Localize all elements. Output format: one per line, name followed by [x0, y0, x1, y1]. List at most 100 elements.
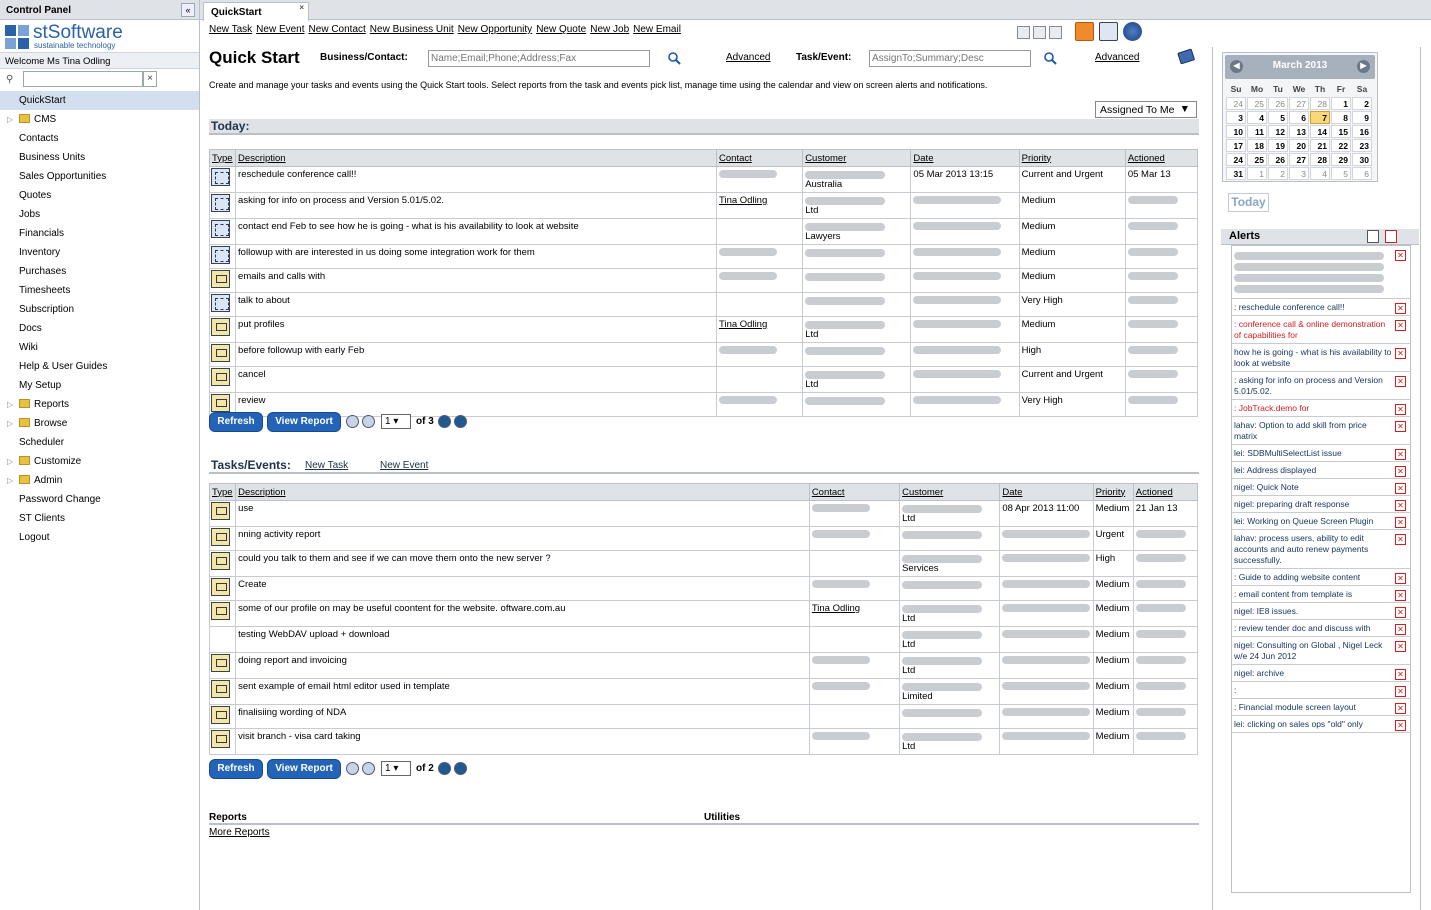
tasks-page-select[interactable]: 1 ▾	[381, 761, 411, 776]
table-row[interactable]: doing report and invoicing Ltd Medium	[208, 652, 1199, 679]
week-view-icon[interactable]	[1033, 26, 1046, 39]
today-button[interactable]: Today	[1228, 193, 1269, 212]
column-header-contact[interactable]: Contact	[808, 483, 901, 501]
alerts-list-icon[interactable]	[1367, 230, 1379, 243]
contact-text[interactable]: Tina Odling	[719, 319, 767, 330]
column-header-description[interactable]: Description	[235, 149, 718, 167]
event-icon[interactable]	[211, 220, 230, 238]
column-header-priority[interactable]: Priority	[1092, 483, 1134, 501]
table-row[interactable]: nning activity report Urgent	[208, 526, 1199, 551]
column-header-customer[interactable]: Customer	[802, 149, 912, 167]
delete-alert-icon[interactable]: ✕	[1395, 376, 1406, 387]
task-event-search-input[interactable]	[869, 50, 1031, 67]
contact-cell[interactable]	[716, 366, 804, 393]
calendar-day[interactable]: 26	[1268, 153, 1288, 166]
desc-text[interactable]: could you talk to them and see if we can…	[238, 553, 551, 564]
contact-cell[interactable]	[808, 550, 901, 577]
calendar-day[interactable]: 7	[1310, 111, 1330, 124]
contact-cell[interactable]: Tina Odling	[808, 600, 901, 627]
link-new-email[interactable]: New Email	[633, 24, 681, 35]
sidebar-item-sales-opportunities[interactable]: Sales Opportunities	[0, 167, 199, 186]
link-new-event[interactable]: New Event	[256, 24, 304, 35]
table-row[interactable]: Create Medium	[208, 576, 1199, 601]
alert-item[interactable]: : conference call & online demonstration…	[1232, 316, 1410, 344]
calendar-day[interactable]: 23	[1352, 139, 1372, 152]
delete-alert-icon[interactable]: ✕	[1395, 500, 1406, 511]
link-new-job[interactable]: New Job	[590, 24, 629, 35]
calendar-day[interactable]: 4	[1247, 111, 1267, 124]
sidebar-item-cms[interactable]: ▷ CMS	[0, 110, 199, 129]
delete-alert-icon[interactable]: ✕	[1395, 421, 1406, 432]
delete-alert-icon[interactable]: ✕	[1395, 483, 1406, 494]
sidebar-item-scheduler[interactable]: Scheduler	[0, 433, 199, 452]
table-row[interactable]: asking for info on process and Version 5…	[208, 192, 1199, 219]
table-row[interactable]: some of our profile on may be useful coo…	[208, 600, 1199, 627]
prev-page-icon[interactable]	[362, 762, 375, 775]
calendar-day[interactable]: 19	[1268, 139, 1288, 152]
column-header-priority[interactable]: Priority	[1018, 149, 1126, 167]
column-header-description[interactable]: Description	[235, 483, 810, 501]
last-page-icon[interactable]	[454, 415, 467, 428]
expand-arrow-icon[interactable]: ▷	[7, 471, 13, 490]
calendar-icon[interactable]	[1075, 22, 1094, 41]
tab-quickstart[interactable]: QuickStart ×	[203, 2, 309, 21]
delete-alert-icon[interactable]: ✕	[1395, 573, 1406, 584]
calendar-day[interactable]: 5	[1331, 167, 1351, 180]
desc-text[interactable]: some of our profile on may be useful coo…	[238, 603, 565, 614]
calendar-day[interactable]: 2	[1352, 97, 1372, 110]
delete-alert-icon[interactable]: ✕	[1395, 250, 1406, 261]
calendar-day[interactable]: 27	[1289, 153, 1309, 166]
sidebar-item-quickstart[interactable]: QuickStart	[0, 91, 199, 110]
task-icon[interactable]	[211, 730, 230, 748]
desc-text[interactable]: Create	[238, 579, 267, 590]
close-tab-icon[interactable]: ×	[299, 3, 304, 12]
column-header-actioned[interactable]: Actioned	[1132, 483, 1199, 501]
link-new-task[interactable]: New Task	[209, 24, 252, 35]
calendar-day[interactable]: 16	[1352, 125, 1372, 138]
link-new-contact[interactable]: New Contact	[309, 24, 366, 35]
calendar-day[interactable]: 20	[1289, 139, 1309, 152]
delete-alert-icon[interactable]: ✕	[1395, 449, 1406, 460]
contact-cell[interactable]	[808, 652, 901, 679]
sidebar-item-password-change[interactable]: Password Change	[0, 490, 199, 509]
alert-item[interactable]: : asking for info on process and Version…	[1232, 372, 1410, 400]
column-header-actioned[interactable]: Actioned	[1124, 149, 1199, 167]
business-advanced-link[interactable]: Advanced	[726, 52, 770, 63]
calendar-day[interactable]: 6	[1289, 111, 1309, 124]
task-icon[interactable]	[211, 270, 230, 288]
tasks-new-event-link[interactable]: New Event	[380, 460, 428, 471]
sidebar-item-purchases[interactable]: Purchases	[0, 262, 199, 281]
tasks-new-task-link[interactable]: New Task	[305, 460, 348, 471]
desc-text[interactable]: before followup with early Feb	[238, 345, 364, 356]
table-row[interactable]: put profiles Tina Odling Ltd Medium	[208, 316, 1199, 343]
alert-item[interactable]: : reschedule conference call!! ✕	[1232, 299, 1410, 316]
sidebar-item-reports[interactable]: ▷ Reports	[0, 395, 199, 414]
table-row[interactable]: could you talk to them and see if we can…	[208, 550, 1199, 577]
task-icon[interactable]	[211, 344, 230, 362]
prev-month-icon[interactable]: ◀	[1230, 60, 1243, 73]
expand-arrow-icon[interactable]: ▷	[7, 414, 13, 433]
prev-page-icon[interactable]	[362, 415, 375, 428]
desc-text[interactable]: nning activity report	[238, 529, 320, 540]
day-view-icon[interactable]	[1017, 26, 1030, 39]
task-advanced-link[interactable]: Advanced	[1095, 52, 1139, 63]
business-contact-search-input[interactable]	[428, 50, 650, 67]
calendar-day[interactable]: 9	[1352, 111, 1372, 124]
calendar-day[interactable]: 3	[1226, 111, 1246, 124]
desc-text[interactable]: use	[238, 503, 253, 514]
sidebar-item-subscription[interactable]: Subscription	[0, 300, 199, 319]
task-icon[interactable]	[211, 706, 230, 724]
more-reports-link[interactable]: More Reports	[209, 827, 270, 838]
clear-filter-button[interactable]: ×	[143, 71, 157, 87]
sidebar-item-my-setup[interactable]: My Setup	[0, 376, 199, 395]
nav-filter-input[interactable]	[23, 71, 143, 87]
alert-item[interactable]: nigel: archive ✕	[1232, 665, 1410, 682]
desc-text[interactable]: contact end Feb to see how he is going -…	[238, 221, 579, 232]
alert-item[interactable]: lei: SDBMultiSelectList issue ✕	[1232, 445, 1410, 462]
delete-alert-icon[interactable]: ✕	[1395, 686, 1406, 697]
desc-text[interactable]: asking for info on process and Version 5…	[238, 195, 444, 206]
alert-item[interactable]: ✕	[1232, 246, 1410, 299]
table-row[interactable]: followup with are interested in us doing…	[208, 244, 1199, 269]
desc-text[interactable]: sent example of email html editor used i…	[238, 681, 450, 692]
desc-text[interactable]: emails and calls with	[238, 271, 325, 282]
